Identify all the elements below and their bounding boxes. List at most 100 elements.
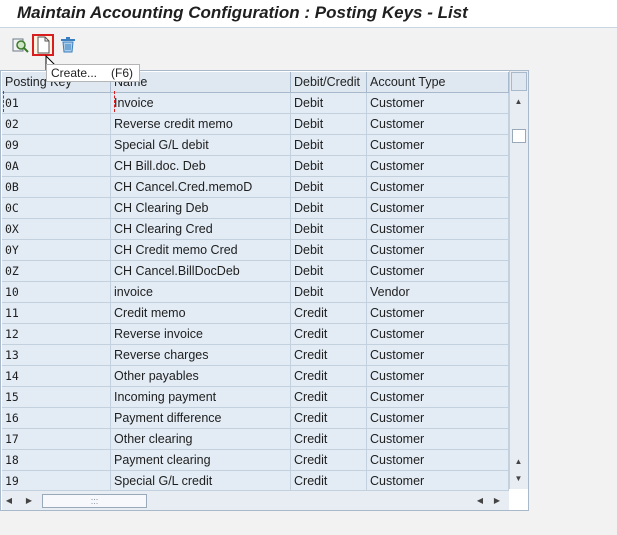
table-row[interactable]: 18 Payment clearing Credit Customer	[2, 450, 509, 471]
debit-credit-cell[interactable]: Credit	[291, 387, 367, 408]
account-type-cell[interactable]: Customer	[367, 219, 509, 240]
posting-key-cell[interactable]: 0Z	[2, 261, 111, 282]
debit-credit-cell[interactable]: Debit	[291, 156, 367, 177]
debit-credit-cell[interactable]: Debit	[291, 135, 367, 156]
table-row[interactable]: 11 Credit memo Credit Customer	[2, 303, 509, 324]
posting-key-cell[interactable]: 0C	[2, 198, 111, 219]
posting-key-cell[interactable]: 0X	[2, 219, 111, 240]
posting-key-cell[interactable]: 12	[2, 324, 111, 345]
column-header-debit-credit[interactable]: Debit/Credit	[291, 72, 367, 93]
posting-key-cell[interactable]: 01	[2, 93, 111, 114]
debit-credit-cell[interactable]: Credit	[291, 408, 367, 429]
debit-credit-cell[interactable]: Credit	[291, 450, 367, 471]
posting-key-cell[interactable]: 15	[2, 387, 111, 408]
table-row[interactable]: 0B CH Cancel.Cred.memoD Debit Customer	[2, 177, 509, 198]
create-button[interactable]	[32, 34, 54, 56]
name-cell[interactable]: Other payables	[111, 366, 291, 387]
debit-credit-cell[interactable]: Debit	[291, 198, 367, 219]
posting-key-cell[interactable]: 19	[2, 471, 111, 492]
account-type-cell[interactable]: Customer	[367, 198, 509, 219]
posting-key-cell[interactable]: 17	[2, 429, 111, 450]
vertical-scrollbar[interactable]: ▲ ▲ ▼	[509, 71, 528, 489]
name-cell[interactable]: Credit memo	[111, 303, 291, 324]
name-cell[interactable]: Special G/L debit	[111, 135, 291, 156]
account-type-cell[interactable]: Customer	[367, 324, 509, 345]
scroll-down-icon[interactable]: ▼	[510, 474, 527, 483]
scroll-up-icon[interactable]: ▲	[510, 97, 527, 106]
posting-key-cell[interactable]: 11	[2, 303, 111, 324]
name-cell[interactable]: Reverse charges	[111, 345, 291, 366]
scroll-left-end-icon[interactable]: ◀	[475, 496, 485, 505]
account-type-cell[interactable]: Customer	[367, 408, 509, 429]
table-row[interactable]: 02 Reverse credit memo Debit Customer	[2, 114, 509, 135]
posting-key-cell[interactable]: 13	[2, 345, 111, 366]
scroll-down-small-icon[interactable]: ▲	[510, 457, 527, 466]
account-type-cell[interactable]: Customer	[367, 135, 509, 156]
account-type-cell[interactable]: Customer	[367, 429, 509, 450]
debit-credit-cell[interactable]: Credit	[291, 303, 367, 324]
table-row[interactable]: 0C CH Clearing Deb Debit Customer	[2, 198, 509, 219]
account-type-cell[interactable]: Customer	[367, 93, 509, 114]
debit-credit-cell[interactable]: Credit	[291, 471, 367, 492]
debit-credit-cell[interactable]: Debit	[291, 114, 367, 135]
posting-key-cell[interactable]: 10	[2, 282, 111, 303]
debit-credit-cell[interactable]: Debit	[291, 261, 367, 282]
table-row[interactable]: 0Y CH Credit memo Cred Debit Customer	[2, 240, 509, 261]
scroll-left-icon[interactable]: ◀	[4, 496, 14, 505]
posting-key-cell[interactable]: 0Y	[2, 240, 111, 261]
table-row[interactable]: 14 Other payables Credit Customer	[2, 366, 509, 387]
column-header-account-type[interactable]: Account Type	[367, 72, 509, 93]
debit-credit-cell[interactable]: Debit	[291, 240, 367, 261]
name-cell[interactable]: CH Cancel.Cred.memoD	[111, 177, 291, 198]
table-row[interactable]: 09 Special G/L debit Debit Customer	[2, 135, 509, 156]
name-cell[interactable]: Payment difference	[111, 408, 291, 429]
name-cell[interactable]: Reverse credit memo	[111, 114, 291, 135]
debit-credit-cell[interactable]: Credit	[291, 324, 367, 345]
account-type-cell[interactable]: Customer	[367, 450, 509, 471]
posting-key-cell[interactable]: 18	[2, 450, 111, 471]
debit-credit-cell[interactable]: Debit	[291, 93, 367, 114]
debit-credit-cell[interactable]: Credit	[291, 366, 367, 387]
table-row[interactable]: 10 invoice Debit Vendor	[2, 282, 509, 303]
posting-key-cell[interactable]: 09	[2, 135, 111, 156]
horizontal-scrollbar[interactable]: ◀ ▶ ::: ◀ ▶	[2, 490, 509, 510]
name-cell[interactable]: CH Credit memo Cred	[111, 240, 291, 261]
name-cell[interactable]: Other clearing	[111, 429, 291, 450]
name-cell[interactable]: CH Clearing Deb	[111, 198, 291, 219]
account-type-cell[interactable]: Customer	[367, 156, 509, 177]
table-row[interactable]: 13 Reverse charges Credit Customer	[2, 345, 509, 366]
name-cell[interactable]: invoice	[111, 282, 291, 303]
debit-credit-cell[interactable]: Debit	[291, 282, 367, 303]
account-type-cell[interactable]: Customer	[367, 240, 509, 261]
scroll-right-end-icon[interactable]: ▶	[492, 496, 502, 505]
table-row[interactable]: 17 Other clearing Credit Customer	[2, 429, 509, 450]
table-row[interactable]: 01 Invoice Debit Customer	[2, 93, 509, 114]
name-cell[interactable]: Invoice	[111, 93, 291, 114]
table-row[interactable]: 15 Incoming payment Credit Customer	[2, 387, 509, 408]
account-type-cell[interactable]: Customer	[367, 387, 509, 408]
account-type-cell[interactable]: Customer	[367, 177, 509, 198]
table-row[interactable]: 0A CH Bill.doc. Deb Debit Customer	[2, 156, 509, 177]
name-cell[interactable]: Payment clearing	[111, 450, 291, 471]
name-cell[interactable]: CH Cancel.BillDocDeb	[111, 261, 291, 282]
details-button[interactable]	[10, 34, 32, 56]
account-type-cell[interactable]: Customer	[367, 114, 509, 135]
debit-credit-cell[interactable]: Credit	[291, 429, 367, 450]
horizontal-scroll-thumb[interactable]: :::	[42, 494, 147, 508]
posting-key-cell[interactable]: 0A	[2, 156, 111, 177]
account-type-cell[interactable]: Vendor	[367, 282, 509, 303]
name-cell[interactable]: Incoming payment	[111, 387, 291, 408]
name-cell[interactable]: Special G/L credit	[111, 471, 291, 492]
account-type-cell[interactable]: Customer	[367, 345, 509, 366]
name-cell[interactable]: CH Bill.doc. Deb	[111, 156, 291, 177]
account-type-cell[interactable]: Customer	[367, 471, 509, 492]
posting-key-cell[interactable]: 02	[2, 114, 111, 135]
debit-credit-cell[interactable]: Debit	[291, 219, 367, 240]
table-row[interactable]: 0Z CH Cancel.BillDocDeb Debit Customer	[2, 261, 509, 282]
table-row[interactable]: 12 Reverse invoice Credit Customer	[2, 324, 509, 345]
posting-key-cell[interactable]: 16	[2, 408, 111, 429]
scroll-right-small-icon[interactable]: ▶	[24, 496, 34, 505]
debit-credit-cell[interactable]: Debit	[291, 177, 367, 198]
table-row[interactable]: 0X CH Clearing Cred Debit Customer	[2, 219, 509, 240]
account-type-cell[interactable]: Customer	[367, 261, 509, 282]
